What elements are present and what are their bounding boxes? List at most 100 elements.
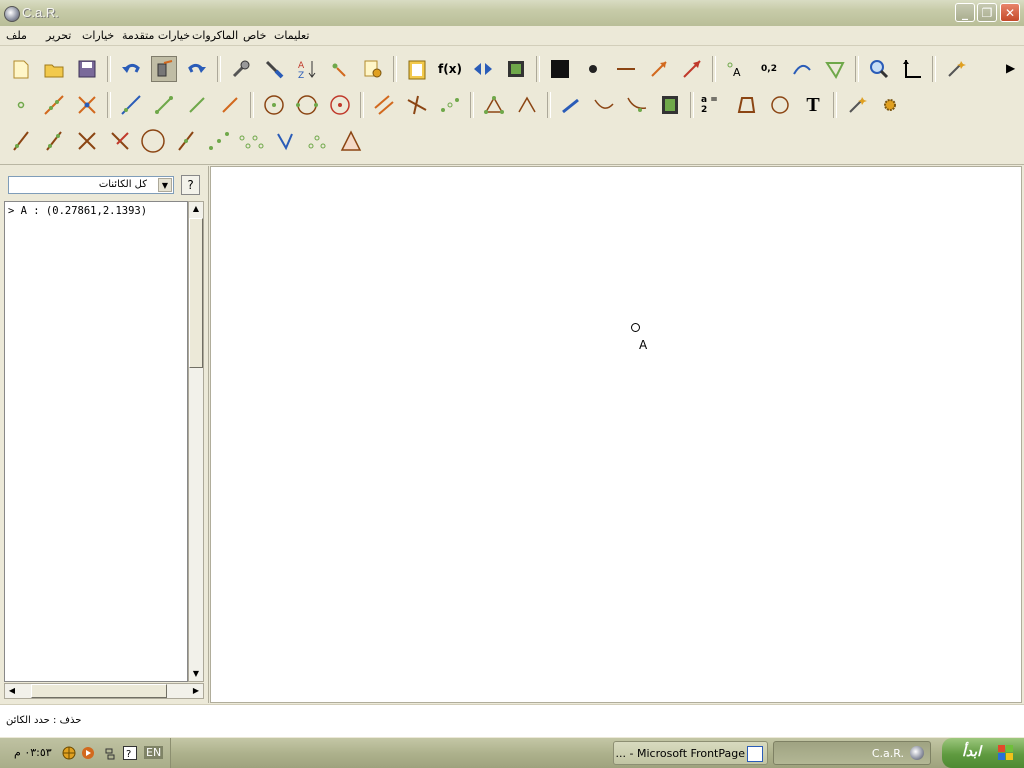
minimize-button[interactable]: _ (955, 3, 975, 22)
midpoint-tool-icon[interactable] (437, 92, 463, 118)
clock[interactable]: ٠٣:٥٣ م (14, 746, 52, 759)
menu-special[interactable]: خاص (243, 29, 266, 42)
sort-az-icon[interactable]: AZ (294, 56, 320, 82)
menu-file[interactable]: ملف (6, 29, 27, 42)
taskbar-item-frontpage[interactable]: ... - Microsoft FrontPage (613, 741, 768, 765)
magic-wand-icon[interactable] (943, 56, 969, 82)
polygon-triangle-icon[interactable] (338, 128, 364, 154)
point-label-icon[interactable]: A (723, 56, 749, 82)
segment-tool-icon[interactable] (151, 92, 177, 118)
scroll-down-icon[interactable]: ▼ (189, 667, 203, 681)
animate-tool-icon[interactable] (657, 92, 683, 118)
slash-lines-icon[interactable] (107, 128, 133, 154)
tangent-icon[interactable] (173, 128, 199, 154)
vertical-scrollbar[interactable]: ▲ ▼ (188, 201, 204, 682)
line-tool-icon[interactable] (41, 92, 67, 118)
fixed-segment-tool-icon[interactable] (184, 92, 210, 118)
open-folder-icon[interactable] (41, 56, 67, 82)
arrow-both-icon[interactable] (646, 56, 672, 82)
settings-gear-icon[interactable] (360, 56, 386, 82)
intersection-tool-icon[interactable] (74, 92, 100, 118)
scroll-up-icon[interactable]: ▲ (189, 202, 203, 216)
undo-icon[interactable] (118, 56, 144, 82)
network-globe-icon[interactable] (62, 746, 76, 760)
line-point-icon[interactable] (8, 128, 34, 154)
macro-wand-icon[interactable] (844, 92, 870, 118)
circle-3pt-tool-icon[interactable] (294, 92, 320, 118)
point-style-icon[interactable] (580, 56, 606, 82)
scroll-right-icon[interactable]: ▶ (189, 684, 203, 698)
mirror-icon[interactable] (470, 56, 496, 82)
media-player-icon[interactable] (81, 746, 95, 760)
start-button[interactable]: ابدأ (942, 738, 1024, 768)
scroll-thumb[interactable] (189, 218, 203, 368)
line-style-icon[interactable] (613, 56, 639, 82)
drawing-canvas[interactable]: A (210, 166, 1022, 703)
quadrilateral-tool-icon[interactable] (734, 92, 760, 118)
locus-tool-icon[interactable] (624, 92, 650, 118)
list-item[interactable]: > A : (0.27861,2.1393) (8, 205, 147, 217)
app-icon[interactable] (4, 6, 20, 22)
horizontal-scrollbar[interactable]: ◀ ▶ (4, 683, 204, 699)
connection-icon[interactable] (103, 746, 117, 760)
scroll-left-icon[interactable]: ◀ (5, 684, 19, 698)
maximize-button[interactable]: ❐ (977, 3, 997, 22)
redo-icon[interactable] (184, 56, 210, 82)
taskbar-item-car[interactable]: C.a.R. (773, 741, 931, 765)
triangle-tool-icon[interactable] (481, 92, 507, 118)
fixed-circle-tool-icon[interactable] (327, 92, 353, 118)
polygon-tool-icon[interactable] (767, 92, 793, 118)
chain-points-icon[interactable] (272, 128, 298, 154)
angle-tool-icon[interactable] (514, 92, 540, 118)
filled-square-icon[interactable] (547, 56, 573, 82)
ray-tool-icon[interactable] (118, 92, 144, 118)
object-filter-select[interactable]: كل الكائنات ▼ (8, 176, 174, 194)
menu-options[interactable]: خيارات (82, 29, 114, 42)
function-icon[interactable]: f(x) (437, 56, 463, 82)
language-indicator[interactable]: EN (144, 746, 164, 759)
menu-help[interactable]: تعليمات (274, 29, 309, 42)
clipboard-icon[interactable] (404, 56, 430, 82)
circle-center-icon[interactable] (140, 128, 166, 154)
close-button[interactable]: ✕ (1000, 3, 1020, 22)
coordinate-icon[interactable]: 0,2 (756, 56, 782, 82)
menu-advanced-options[interactable]: خيارات متقدمة (122, 29, 190, 42)
hide-show-icon[interactable] (327, 56, 353, 82)
help-button[interactable]: ? (181, 175, 200, 195)
object-list[interactable]: > A : (0.27861,2.1393) (4, 201, 188, 682)
toolbar-row-3 (8, 128, 364, 154)
macro-gear-icon[interactable] (877, 92, 903, 118)
menu-macros[interactable]: الماكروات (192, 29, 238, 42)
point-tool-icon[interactable] (8, 92, 34, 118)
move-tool-icon[interactable] (558, 92, 584, 118)
delete-tool-icon[interactable] (151, 56, 177, 82)
zoom-icon[interactable] (866, 56, 892, 82)
vector-tool-icon[interactable] (217, 92, 243, 118)
wrench-icon[interactable] (228, 56, 254, 82)
arrow-icon[interactable] (679, 56, 705, 82)
save-icon[interactable] (74, 56, 100, 82)
animation-film-icon[interactable] (503, 56, 529, 82)
scatter-points-icon[interactable] (305, 128, 331, 154)
circle-tool-icon[interactable] (261, 92, 287, 118)
dotted-points-icon[interactable] (206, 128, 232, 154)
menu-edit[interactable]: تحرير (46, 29, 71, 42)
cross-lines-icon[interactable] (74, 128, 100, 154)
arc-icon[interactable] (789, 56, 815, 82)
point-a[interactable] (631, 323, 640, 332)
axes-icon[interactable] (899, 56, 925, 82)
angle-icon[interactable] (822, 56, 848, 82)
expression-tool-icon[interactable]: a = 2 (701, 92, 727, 118)
two-point-line-icon[interactable] (41, 128, 67, 154)
help-tray-icon[interactable]: ? (123, 746, 137, 760)
parallel-tool-icon[interactable] (371, 92, 397, 118)
curve-tool-icon[interactable] (591, 92, 617, 118)
paint-brush-icon[interactable] (261, 56, 287, 82)
chevron-down-icon[interactable]: ▼ (158, 178, 172, 192)
multi-points-icon[interactable] (239, 128, 265, 154)
perpendicular-tool-icon[interactable] (404, 92, 430, 118)
text-tool-icon[interactable]: T (800, 92, 826, 118)
new-file-icon[interactable] (8, 56, 34, 82)
toolbar-more-arrow-icon[interactable]: ▶ (1006, 61, 1018, 79)
scroll-thumb[interactable] (31, 684, 167, 698)
